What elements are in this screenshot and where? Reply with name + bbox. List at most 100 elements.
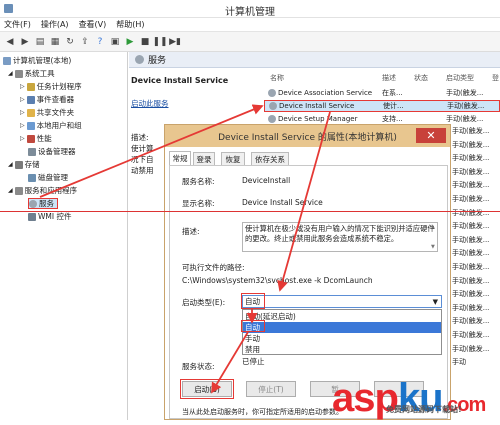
computer-icon: [3, 56, 11, 65]
tree-item-local-users[interactable]: ▷ 本地用户和组: [20, 120, 82, 131]
annotation-box: [241, 293, 265, 309]
tree-item-storage[interactable]: ◢ 存储: [8, 159, 40, 170]
tree-item-system-tools[interactable]: ◢ 系统工具: [8, 68, 55, 79]
window-title: 计算机管理: [225, 7, 275, 18]
tree-item-performance[interactable]: ▷ 性能: [20, 133, 52, 144]
dialog-title: Device Install Service 的属性(本地计算机): [165, 125, 450, 147]
gear-icon: [29, 199, 37, 208]
scroll-down-icon[interactable]: ▼: [431, 244, 435, 250]
service-gear-icon: [268, 89, 276, 97]
wmi-icon: [28, 212, 36, 221]
tree-item-services[interactable]: 服务: [28, 198, 58, 209]
menu-help[interactable]: 帮助(H): [116, 19, 144, 30]
description-label: 描述:: [182, 227, 200, 236]
tree-item-event-viewer[interactable]: ▷ 事件查看器: [20, 94, 74, 105]
menu-file[interactable]: 文件(F): [4, 19, 31, 30]
column-header-logon[interactable]: 登: [492, 73, 499, 83]
help-icon[interactable]: ?: [94, 36, 106, 48]
service-gear-icon: [268, 115, 276, 123]
startup-type-cell: 手动(触发...: [452, 263, 490, 271]
users-icon: [26, 121, 35, 130]
startup-type-cell: 手动: [452, 358, 466, 367]
startup-type-cell: 手动(触发...: [452, 222, 490, 231]
description-box: 使计算机在极少或没有用户输入的情况下能识别并适应硬件的更改。终止或禁用此服务会造…: [242, 222, 438, 252]
table-row[interactable]: Device Association Service 在系... 手动(触发..…: [264, 87, 500, 99]
startup-type-column: 手动(触发... 手动(触发... 手动(触发... 手动(触发... 手动(触发...…: [452, 126, 500, 386]
stop-icon[interactable]: ■: [139, 36, 151, 48]
tree-item-shared-folders[interactable]: ▷ 共享文件夹: [20, 107, 74, 118]
service-gear-icon: [269, 102, 277, 110]
startup-type-cell: 手动(触发...: [452, 344, 490, 353]
startup-type-cell: 手动(触发...: [452, 195, 490, 203]
start-service-link[interactable]: 启动此服务: [131, 98, 169, 109]
performance-icon: [26, 134, 35, 143]
tab-logon[interactable]: 登录: [193, 152, 215, 165]
folder-icon: [26, 108, 35, 117]
export-icon[interactable]: ⇪: [79, 36, 91, 48]
service-name-label: 服务名称:: [182, 177, 215, 186]
properties-icon[interactable]: ▣: [109, 36, 121, 48]
exe-path-label: 可执行文件的路径:: [182, 263, 245, 272]
tab-general[interactable]: 常规: [169, 151, 191, 165]
option-auto[interactable]: 自动: [243, 322, 441, 333]
services-apps-icon: [14, 186, 23, 195]
startup-type-cell: 手动(触发...: [452, 249, 490, 258]
menu-action[interactable]: 操作(A): [41, 19, 69, 30]
pause-icon[interactable]: ❚❚: [152, 36, 167, 48]
option-auto-delayed[interactable]: 自动(延迟启动): [243, 311, 441, 322]
refresh-icon[interactable]: ↻: [64, 36, 76, 48]
startup-type-cell: 手动(触发...: [452, 303, 490, 312]
back-icon[interactable]: ◀: [4, 36, 16, 48]
restart-icon[interactable]: ▶▮: [169, 36, 181, 48]
tree-item-services-apps[interactable]: ◢ 服务和应用程序: [8, 185, 77, 196]
table-row-selected[interactable]: Device Install Service 使计... 手动(触发...: [264, 100, 500, 112]
up-folder-icon[interactable]: ▤: [34, 36, 46, 48]
startup-type-cell: 手动(触发...: [452, 290, 490, 299]
startup-type-cell: 手动(触发...: [452, 140, 490, 149]
description-line: 况下自: [131, 155, 154, 164]
tree-item-device-manager[interactable]: 设备管理器: [28, 146, 76, 157]
storage-icon: [14, 160, 23, 169]
description-label: 描述:: [131, 133, 149, 142]
close-button[interactable]: ✕: [416, 128, 446, 143]
stop-button[interactable]: 停止(T): [246, 381, 296, 397]
column-header-name[interactable]: 名称: [270, 73, 284, 83]
tab-recovery[interactable]: 恢复: [221, 152, 245, 165]
exe-path-value: C:\Windows\system32\svchost.exe -k DcomL…: [182, 276, 373, 285]
play-icon[interactable]: ▶: [124, 36, 136, 48]
hint-text: 当从此处启动服务时，你可指定所适用的启动参数。: [182, 408, 343, 416]
column-header-status[interactable]: 状态: [414, 73, 428, 83]
startup-type-select[interactable]: 自动 ▼: [242, 295, 442, 308]
startup-type-cell: 手动(触发...: [452, 317, 490, 326]
services-gear-icon: [135, 55, 144, 64]
menu-bar: 文件(F) 操作(A) 查看(V) 帮助(H): [0, 18, 500, 32]
option-disabled[interactable]: 禁用: [243, 344, 441, 355]
startup-type-cell: 手动(触发...: [452, 167, 490, 176]
tree-root[interactable]: 计算机管理(本地): [3, 55, 71, 66]
startup-type-cell: 手动(触发...: [452, 208, 490, 217]
startup-type-cell: 手动(触发...: [452, 235, 490, 244]
show-tree-icon[interactable]: ▦: [49, 36, 61, 48]
option-manual[interactable]: 手动: [243, 333, 441, 344]
tab-dependencies[interactable]: 依存关系: [251, 152, 289, 165]
column-header-desc[interactable]: 描述: [382, 73, 396, 83]
forward-icon[interactable]: ▶: [19, 36, 31, 48]
startup-type-cell: 手动(触发...: [452, 127, 490, 135]
tools-icon: [14, 69, 23, 78]
scroll-up-icon[interactable]: ▲: [431, 224, 435, 230]
startup-type-cell: 手动(触发...: [452, 154, 490, 163]
tree-item-wmi[interactable]: WMI 控件: [28, 211, 71, 222]
app-icon: [4, 4, 13, 13]
tree-item-disk-management[interactable]: 磁盘管理: [28, 172, 68, 183]
annotation-box: [241, 320, 265, 332]
scheduler-icon: [26, 82, 35, 91]
event-viewer-icon: [26, 95, 35, 104]
menu-view[interactable]: 查看(V): [79, 19, 107, 30]
services-header: 服务: [129, 52, 500, 68]
console-tree: 计算机管理(本地) ◢ 系统工具 ▷ 任务计划程序 ▷ 事件查看器 ▷ 共享文件夹 ▷ 本…: [0, 52, 128, 420]
column-header-startup[interactable]: 启动类型: [446, 73, 474, 83]
startup-type-dropdown: 自动(延迟启动) 自动 手动 禁用: [242, 309, 442, 355]
tree-item-task-scheduler[interactable]: ▷ 任务计划程序: [20, 81, 82, 92]
device-manager-icon: [28, 147, 36, 156]
disk-icon: [28, 173, 36, 182]
